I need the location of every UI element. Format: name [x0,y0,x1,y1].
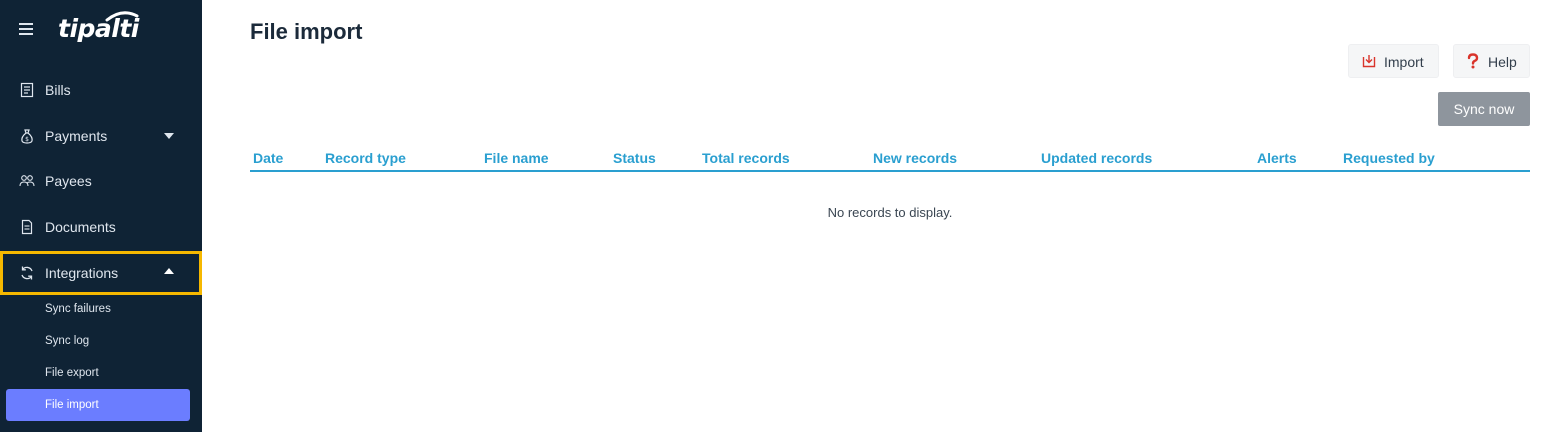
logo[interactable]: tipalti [58,11,139,46]
sidebar-subitem-label: Sync log [45,335,90,347]
sidebar-item-label: Bills [45,82,71,98]
sidebar-subitem-label: File export [45,367,99,379]
help-button[interactable]: Help [1453,44,1530,78]
sidebar-subitem-label: Sync failures [45,303,111,315]
hamburger-menu-icon[interactable] [19,21,35,35]
table-header: Date Record type File name Status Total … [250,148,1530,172]
column-header-updated-records[interactable]: Updated records [1041,150,1152,166]
sidebar-subitem-file-export[interactable]: File export [6,358,190,388]
column-header-status[interactable]: Status [613,150,656,166]
sidebar: tipalti Bills $ Payments Payees Document… [0,0,202,432]
page-title: File import [250,19,363,44]
sidebar-item-label: Integrations [45,265,119,281]
sidebar-subitem-file-import[interactable]: File import [6,389,190,421]
sidebar-item-label: Documents [45,219,116,235]
document-icon [21,219,33,235]
column-header-total-records[interactable]: Total records [702,150,790,166]
import-button-label: Import [1384,54,1424,70]
column-header-file-name[interactable]: File name [484,150,549,166]
svg-text:$: $ [25,136,29,143]
sidebar-subitem-sync-log[interactable]: Sync log [6,326,190,356]
column-header-requested-by[interactable]: Requested by [1343,150,1435,166]
sidebar-subitem-sync-failures[interactable]: Sync failures [6,294,190,324]
import-icon [1362,55,1376,68]
import-button[interactable]: Import [1348,44,1439,78]
sidebar-item-bills[interactable]: Bills [0,68,202,112]
chevron-down-icon [164,133,174,139]
sidebar-header: tipalti [0,0,202,64]
sidebar-item-payees[interactable]: Payees [0,159,202,203]
column-header-alerts[interactable]: Alerts [1257,150,1297,166]
help-button-label: Help [1488,54,1517,70]
sync-now-button[interactable]: Sync now [1438,92,1530,126]
receipt-icon [20,82,34,98]
money-bag-icon: $ [21,129,33,144]
column-header-new-records[interactable]: New records [873,150,957,166]
empty-table-message: No records to display. [827,205,953,220]
sidebar-item-documents[interactable]: Documents [0,205,202,249]
sidebar-item-payments[interactable]: $ Payments [0,114,202,158]
sidebar-subitem-label: File import [45,399,99,411]
sidebar-item-label: Payments [45,128,108,144]
people-icon [19,175,35,187]
sidebar-item-integrations[interactable]: Integrations [0,251,202,295]
column-header-date[interactable]: Date [253,150,283,166]
sync-icon [21,266,33,280]
sidebar-item-label: Payees [45,173,92,189]
logo-arc-icon [105,11,139,22]
column-header-record-type[interactable]: Record type [325,150,406,166]
chevron-up-icon [164,268,174,274]
question-mark-icon [1467,53,1479,69]
